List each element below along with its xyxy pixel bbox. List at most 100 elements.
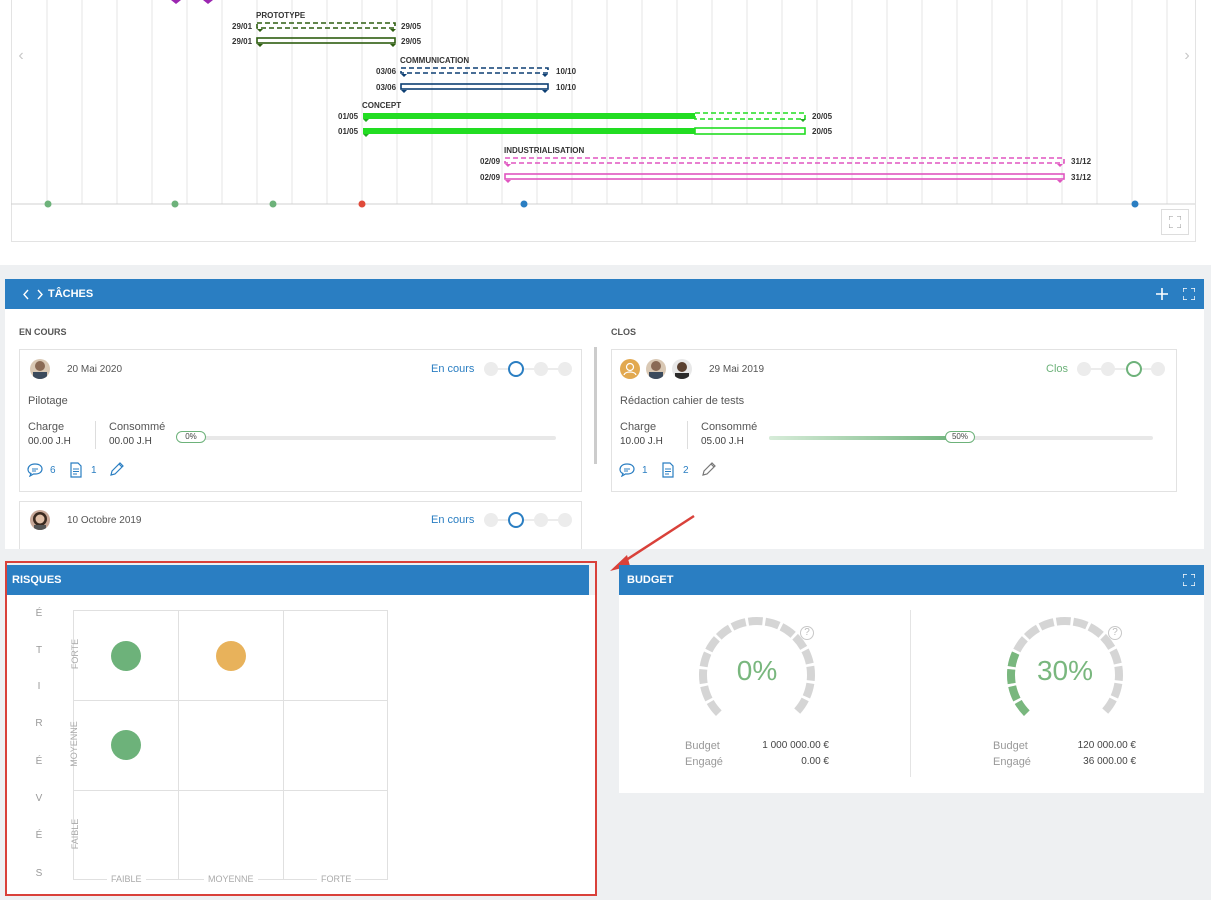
column-title-closed: CLOS xyxy=(611,327,637,337)
scrollbar[interactable] xyxy=(594,347,597,464)
comment-icon[interactable] xyxy=(27,463,43,477)
phase-start-date: 03/06 xyxy=(376,83,397,92)
add-icon[interactable] xyxy=(1156,288,1168,300)
task-status: En cours xyxy=(431,514,475,526)
expand-icon[interactable] xyxy=(1183,288,1195,300)
phase-end-date: 10/10 xyxy=(556,83,577,92)
task-status: En cours xyxy=(431,363,475,375)
task-card[interactable]: 20 Mai 2020 En cours Pilotage Charge 00.… xyxy=(19,349,582,492)
phase-end-date: 29/05 xyxy=(401,22,422,31)
engaged-label: Engagé xyxy=(685,756,723,768)
highlight-frame xyxy=(5,561,597,896)
progress-badge: 0% xyxy=(176,431,206,443)
document-icon[interactable] xyxy=(661,462,675,478)
milestone-dot[interactable] xyxy=(171,200,179,208)
avatar xyxy=(672,359,692,379)
phase-start-date: 01/05 xyxy=(338,112,359,121)
charge-value: 00.00 J.H xyxy=(28,436,71,447)
milestone-dot[interactable] xyxy=(269,200,277,208)
avatar-group xyxy=(620,359,640,379)
phase-start-date: 01/05 xyxy=(338,127,359,136)
budget-body: ? 0% Budget 1 000 000.00 € Engagé 0.00 €… xyxy=(619,595,1204,793)
phase-label-industrialisation: INDUSTRIALISATION xyxy=(504,146,585,155)
phase-start-date: 03/06 xyxy=(376,67,397,76)
actual-bar-communication[interactable] xyxy=(400,83,549,90)
consumed-value: 00.00 J.H xyxy=(109,436,152,447)
comments-count: 1 xyxy=(642,465,648,476)
consumed-label: Consommé xyxy=(701,421,758,433)
phase-end-date: 20/05 xyxy=(812,127,833,136)
task-date: 20 Mai 2020 xyxy=(67,364,123,375)
edit-icon[interactable] xyxy=(109,461,125,477)
chevron-nav-icon[interactable] xyxy=(23,289,43,300)
task-card[interactable]: 29 Mai 2019 Clos Rédaction cahier de tes… xyxy=(611,349,1177,492)
charge-label: Charge xyxy=(620,421,657,433)
consumed-label: Consommé xyxy=(109,421,166,433)
task-date: 29 Mai 2019 xyxy=(709,364,765,375)
document-icon[interactable] xyxy=(69,462,83,478)
status-stepper[interactable] xyxy=(1077,361,1167,377)
task-title: Pilotage xyxy=(28,395,68,407)
charge-value: 10.00 J.H xyxy=(620,436,663,447)
progress-bar xyxy=(178,436,556,440)
expand-icon[interactable] xyxy=(1183,574,1195,586)
task-card[interactable]: 10 Octobre 2019 En cours xyxy=(19,501,582,549)
expand-icon xyxy=(1169,216,1181,228)
comments-count: 6 xyxy=(50,465,56,476)
progress-badge: 50% xyxy=(945,431,975,443)
gantt-svg: PROTOTYPE 29/01 29/05 29/01 29/05 COMMUN… xyxy=(11,0,1195,208)
phase-end-date: 20/05 xyxy=(812,112,833,121)
phase-start-date: 29/01 xyxy=(232,37,253,46)
gantt-next-button[interactable]: › xyxy=(1177,45,1197,67)
planned-bar-prototype[interactable] xyxy=(256,22,396,29)
task-status: Clos xyxy=(1046,363,1069,375)
help-icon[interactable]: ? xyxy=(800,626,814,640)
avatar xyxy=(646,359,666,379)
budget-header: BUDGET xyxy=(619,565,1204,595)
avatar xyxy=(30,359,50,379)
planned-bar-communication[interactable] xyxy=(400,67,549,74)
engaged-label: Engagé xyxy=(993,756,1031,768)
phase-label-communication: COMMUNICATION xyxy=(400,56,469,65)
documents-count: 1 xyxy=(91,465,97,476)
consumed-value: 05.00 J.H xyxy=(701,436,744,447)
task-date: 10 Octobre 2019 xyxy=(67,515,142,526)
edit-icon[interactable] xyxy=(701,461,717,477)
task-title: Rédaction cahier de tests xyxy=(620,395,745,407)
status-stepper[interactable] xyxy=(484,512,574,528)
milestone-dot[interactable] xyxy=(520,200,528,208)
planned-bar-concept-filled[interactable] xyxy=(363,113,695,119)
phase-start-date: 29/01 xyxy=(232,22,253,31)
help-icon[interactable]: ? xyxy=(1108,626,1122,640)
documents-count: 2 xyxy=(683,465,689,476)
phase-end-date: 31/12 xyxy=(1071,173,1092,182)
engaged-value: 0.00 € xyxy=(801,756,829,767)
gantt-fullscreen-button[interactable] xyxy=(1161,209,1189,235)
tasks-header: TÂCHES xyxy=(5,279,1204,309)
budget-label: Budget xyxy=(993,740,1028,752)
milestone-dot[interactable] xyxy=(358,200,366,208)
charge-label: Charge xyxy=(28,421,65,433)
phase-label-prototype: PROTOTYPE xyxy=(256,11,306,20)
budget-percent: 0% xyxy=(736,655,778,686)
budget-label: Budget xyxy=(685,740,720,752)
phase-start-date: 02/09 xyxy=(480,173,501,182)
milestone-dot[interactable] xyxy=(1131,200,1139,208)
planned-bar-industrialisation[interactable] xyxy=(504,157,1065,164)
comment-icon[interactable] xyxy=(619,463,635,477)
phase-end-date: 29/05 xyxy=(401,37,422,46)
budget-value: 1 000 000.00 € xyxy=(762,740,829,751)
actual-bar-concept-filled[interactable] xyxy=(363,128,695,134)
milestone-marker xyxy=(171,0,181,4)
avatar xyxy=(30,510,50,530)
column-title-open: EN COURS xyxy=(19,327,67,337)
milestone-dot[interactable] xyxy=(44,200,52,208)
engaged-value: 36 000.00 € xyxy=(1083,756,1136,767)
status-stepper[interactable] xyxy=(484,361,574,377)
gantt-prev-button[interactable]: ‹ xyxy=(11,45,31,67)
phase-end-date: 31/12 xyxy=(1071,157,1092,166)
budget-title: BUDGET xyxy=(627,574,674,586)
actual-bar-prototype[interactable] xyxy=(256,37,396,44)
actual-bar-industrialisation[interactable] xyxy=(504,173,1065,180)
budget-percent: 30% xyxy=(1036,655,1094,686)
